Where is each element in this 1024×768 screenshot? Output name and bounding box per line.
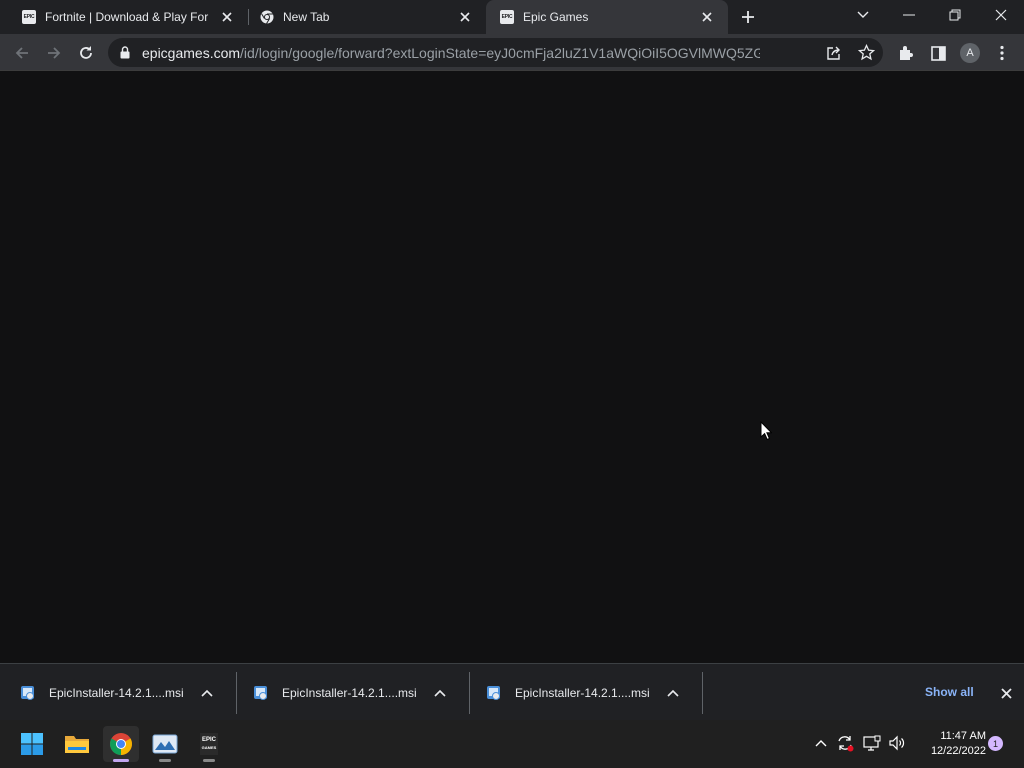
tab-new-tab[interactable]: New Tab [238, 0, 486, 34]
close-tab-icon[interactable] [456, 8, 474, 26]
download-filename: EpicInstaller-14.2.1....msi [49, 685, 184, 700]
url-text: epicgames.com/id/login/google/forward?ex… [142, 45, 760, 61]
tab-fortnite[interactable]: EPIC Fortnite | Download & Play For Free [0, 0, 248, 34]
show-all-downloads-link[interactable]: Show all [919, 685, 980, 699]
photos-icon[interactable] [147, 726, 183, 762]
side-panel-icon[interactable] [925, 40, 951, 66]
active-indicator [113, 759, 129, 762]
running-indicator [203, 759, 215, 762]
download-item[interactable]: EpicInstaller-14.2.1....msi [0, 664, 233, 721]
chevron-up-icon[interactable] [197, 683, 217, 703]
epic-games-icon: EPIC [22, 10, 36, 24]
system-clock[interactable]: 11:47 AM 12/22/2022 [914, 729, 986, 759]
restore-window-icon[interactable] [942, 2, 968, 28]
clock-date: 12/22/2022 [930, 745, 986, 757]
download-filename: EpicInstaller-14.2.1....msi [515, 685, 650, 700]
sync-alert-icon[interactable] [834, 732, 856, 754]
minimize-window-icon[interactable] [896, 2, 922, 28]
volume-icon[interactable] [886, 732, 908, 754]
url-path: /id/login/google/forward?extLoginState=e… [240, 45, 761, 61]
mouse-cursor-icon [760, 421, 772, 441]
browser-toolbar: epicgames.com/id/login/google/forward?ex… [0, 34, 1024, 71]
chevron-up-icon[interactable] [430, 683, 450, 703]
windows-taskbar: EPIC GAMES 11:47 AM 12/22/2022 1 [0, 720, 1024, 768]
bookmark-star-icon[interactable] [858, 44, 875, 61]
share-icon[interactable] [826, 45, 842, 61]
download-filename: EpicInstaller-14.2.1....msi [282, 685, 417, 700]
url-host: epicgames.com [142, 45, 241, 61]
network-icon[interactable] [861, 732, 883, 754]
lock-icon[interactable] [120, 46, 130, 59]
download-item[interactable]: EpicInstaller-14.2.1....msi [466, 664, 699, 721]
file-explorer-icon[interactable] [59, 726, 95, 762]
profile-avatar[interactable]: A [957, 40, 983, 66]
close-tab-icon[interactable] [698, 8, 716, 26]
tab-title: Fortnite | Download & Play For Free [45, 10, 212, 24]
tab-title: Epic Games [523, 10, 589, 24]
tab-search-chevron-down-icon[interactable] [850, 2, 876, 28]
epic-logo: EPIC GAMES [200, 733, 218, 755]
download-separator [702, 672, 703, 714]
tab-epic-games[interactable]: EPIC Epic Games [486, 0, 728, 34]
chevron-up-tray-icon[interactable] [810, 732, 832, 754]
notification-badge[interactable]: 1 [988, 736, 1003, 751]
page-content [0, 71, 1024, 663]
chrome-taskbar-icon[interactable] [103, 726, 139, 762]
chrome-menu-icon[interactable] [989, 40, 1015, 66]
running-indicator [159, 759, 171, 762]
msi-file-icon [252, 684, 270, 702]
clock-time: 11:47 AM [940, 730, 986, 742]
msi-file-icon [485, 684, 503, 702]
avatar: A [960, 43, 980, 63]
new-tab-button[interactable] [735, 4, 761, 30]
close-window-icon[interactable] [988, 2, 1014, 28]
close-tab-icon[interactable] [218, 8, 236, 26]
chrome-icon [260, 10, 274, 24]
msi-file-icon [19, 684, 37, 702]
address-bar[interactable]: epicgames.com/id/login/google/forward?ex… [108, 38, 883, 67]
reload-button[interactable] [73, 40, 99, 66]
forward-button[interactable] [41, 40, 67, 66]
download-item[interactable]: EpicInstaller-14.2.1....msi [233, 664, 466, 721]
close-downloads-bar-icon[interactable] [995, 682, 1017, 704]
tab-strip: EPIC Fortnite | Download & Play For Free… [0, 0, 1024, 34]
tab-title: New Tab [283, 10, 330, 24]
downloads-bar: EpicInstaller-14.2.1....msi EpicInstalle… [0, 663, 1024, 720]
chevron-up-icon[interactable] [663, 683, 683, 703]
back-button[interactable] [9, 40, 35, 66]
windows-start-icon[interactable] [14, 726, 50, 762]
extensions-puzzle-icon[interactable] [893, 40, 919, 66]
epic-games-launcher-icon[interactable]: EPIC GAMES [191, 726, 227, 762]
epic-games-icon: EPIC [500, 10, 514, 24]
